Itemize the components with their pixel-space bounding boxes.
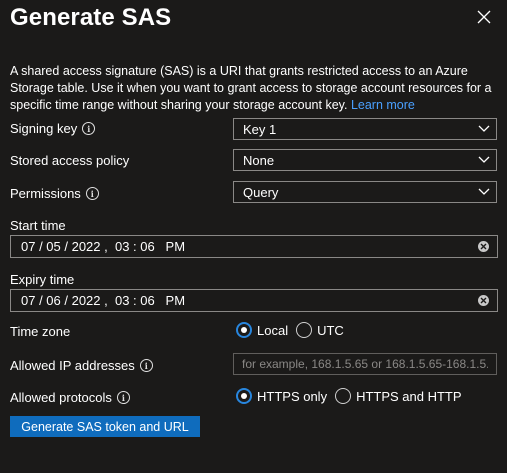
signing-key-value: Key 1 xyxy=(243,121,277,137)
time-zone-local-label: Local xyxy=(257,322,289,338)
clear-icon[interactable] xyxy=(478,295,489,306)
allowed-protocols-label-text: Allowed protocols xyxy=(10,390,112,405)
generate-sas-button[interactable]: Generate SAS token and URL xyxy=(10,416,200,437)
clear-icon[interactable] xyxy=(478,241,489,252)
start-time-label-text: Start time xyxy=(10,218,66,233)
signing-key-label-text: Signing key xyxy=(10,121,78,136)
time-zone-radio-group: Local UTC xyxy=(236,322,352,338)
permissions-value: Query xyxy=(243,184,279,200)
time-zone-label: Time zone xyxy=(10,324,70,339)
permissions-label-text: Permissions xyxy=(10,186,81,201)
expiry-time-label-text: Expiry time xyxy=(10,272,75,287)
allowed-protocols-label: Allowed protocols i xyxy=(10,390,130,405)
info-icon[interactable]: i xyxy=(85,187,99,200)
permissions-label: Permissions i xyxy=(10,186,99,201)
radio-checked-icon xyxy=(236,322,252,338)
allowed-ip-label-text: Allowed IP addresses xyxy=(10,358,135,373)
protocol-https-only-label: HTTPS only xyxy=(257,388,328,404)
panel-title: Generate SAS xyxy=(10,4,172,31)
protocol-https-and-http-radio[interactable]: HTTPS and HTTP xyxy=(335,388,462,404)
radio-unchecked-icon xyxy=(296,322,313,338)
expiry-time-value: 07 / 06 / 2022 , 03 : 06 PM xyxy=(21,293,186,308)
chevron-down-icon xyxy=(478,156,490,163)
close-button[interactable] xyxy=(472,5,496,29)
info-icon[interactable]: i xyxy=(82,122,96,135)
start-time-value: 07 / 05 / 2022 , 03 : 06 PM xyxy=(21,239,186,254)
learn-more-link[interactable]: Learn more xyxy=(351,98,415,112)
info-icon[interactable]: i xyxy=(116,391,130,404)
start-time-label: Start time xyxy=(10,218,66,233)
expiry-time-input[interactable]: 07 / 06 / 2022 , 03 : 06 PM xyxy=(10,289,498,312)
allowed-ip-label: Allowed IP addresses i xyxy=(10,358,153,373)
chevron-down-icon xyxy=(478,188,490,195)
signing-key-select[interactable]: Key 1 xyxy=(233,118,497,140)
expiry-time-label: Expiry time xyxy=(10,272,74,287)
description-text: A shared access signature (SAS) is a URI… xyxy=(10,64,492,112)
info-icon[interactable]: i xyxy=(139,359,153,372)
radio-unchecked-icon xyxy=(335,388,352,404)
start-time-input[interactable]: 07 / 05 / 2022 , 03 : 06 PM xyxy=(10,235,498,258)
time-zone-label-text: Time zone xyxy=(10,324,71,339)
allowed-protocols-radio-group: HTTPS only HTTPS and HTTP xyxy=(236,388,470,404)
protocol-https-and-http-label: HTTPS and HTTP xyxy=(356,388,462,404)
stored-access-policy-value: None xyxy=(243,152,275,168)
protocol-https-only-radio[interactable]: HTTPS only xyxy=(236,388,327,404)
stored-access-policy-select[interactable]: None xyxy=(233,149,497,171)
stored-access-policy-label-text: Stored access policy xyxy=(10,153,130,168)
panel-description: A shared access signature (SAS) is a URI… xyxy=(10,63,500,114)
allowed-ip-input[interactable] xyxy=(233,353,497,375)
time-zone-local-radio[interactable]: Local xyxy=(236,322,288,338)
radio-checked-icon xyxy=(236,388,252,404)
chevron-down-icon xyxy=(478,125,490,132)
time-zone-utc-radio[interactable]: UTC xyxy=(296,322,344,338)
signing-key-label: Signing key i xyxy=(10,121,96,136)
close-icon xyxy=(477,10,491,24)
time-zone-utc-label: UTC xyxy=(317,322,344,338)
stored-access-policy-label: Stored access policy xyxy=(10,153,129,168)
permissions-select[interactable]: Query xyxy=(233,181,497,203)
